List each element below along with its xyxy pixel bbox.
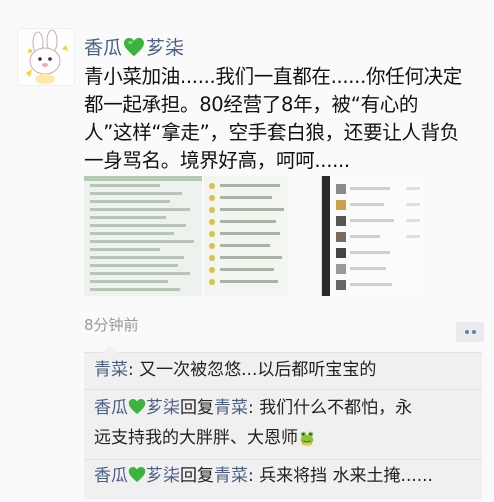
comment-item[interactable]: 青菜: 又一次被忽悠...以后都听宝宝的 <box>94 357 376 383</box>
author-name-b[interactable]: 芗柒 <box>146 33 184 60</box>
screenshot-thumbnail <box>321 176 424 296</box>
comment-author-b[interactable]: 芗柒 <box>146 398 180 418</box>
green-heart-icon <box>124 37 145 56</box>
post-author[interactable]: 香瓜 芗柒 <box>84 33 184 60</box>
avatar[interactable] <box>17 28 75 86</box>
reply-word: 回复 <box>180 398 214 418</box>
comment-author-b[interactable]: 芗柒 <box>146 466 180 486</box>
comment-item[interactable]: 香瓜 芗柒回复青菜: 我们什么不都怕，永 <box>94 395 412 421</box>
post-text-line: 一身骂名。境界好高，呵呵...... <box>84 149 350 172</box>
post-image-3[interactable] <box>320 176 424 296</box>
post-image-2[interactable] <box>204 176 319 296</box>
bunny-avatar-icon <box>18 29 74 85</box>
frog-emoji-icon <box>300 431 314 446</box>
comment-author[interactable]: 青菜 <box>94 360 128 380</box>
screenshot-thumbnail <box>84 176 203 296</box>
comments-panel: 青菜: 又一次被忽悠...以后都听宝宝的 香瓜 芗柒回复青菜: 我们什么不都怕，永… <box>84 345 482 499</box>
comment-item[interactable]: 香瓜 芗柒回复青菜: 兵来将挡 水来土掩...... <box>94 463 433 489</box>
comment-continuation: 远支持我的大胖胖、大恩师 <box>94 425 316 451</box>
comment-author-a[interactable]: 香瓜 <box>94 398 128 418</box>
comment-author-a[interactable]: 香瓜 <box>94 466 128 486</box>
post-images[interactable] <box>84 176 424 296</box>
green-heart-icon <box>128 399 146 414</box>
post-text-line: 人”这样“拿走”，空手套白狼，还要让人背负 <box>84 121 460 144</box>
green-heart-icon <box>128 467 146 482</box>
comment-text: : 兵来将挡 水来土掩...... <box>248 466 433 486</box>
comment-text: 远支持我的大胖胖、大恩师 <box>94 428 298 448</box>
post-time: 8分钟前 <box>84 316 139 334</box>
reply-word: 回复 <box>180 466 214 486</box>
post-text-line: 都一起承担。80经营了8年，被“有心的 <box>84 93 419 116</box>
comment-text: : 又一次被忽悠...以后都听宝宝的 <box>128 360 377 380</box>
comment-text: : 我们什么不都怕，永 <box>248 398 413 418</box>
screenshot-thumbnail <box>204 176 319 296</box>
more-comment-icon[interactable] <box>456 322 484 342</box>
post-text-line: 青小菜加油......我们一直都在......你任何决定 <box>84 65 462 88</box>
post-text: 青小菜加油......我们一直都在......你任何决定 都一起承担。80经营了… <box>84 63 484 175</box>
author-name-a[interactable]: 香瓜 <box>84 33 122 60</box>
reply-to[interactable]: 青菜 <box>214 466 248 486</box>
post-image-1[interactable] <box>84 176 203 296</box>
reply-to[interactable]: 青菜 <box>214 398 248 418</box>
